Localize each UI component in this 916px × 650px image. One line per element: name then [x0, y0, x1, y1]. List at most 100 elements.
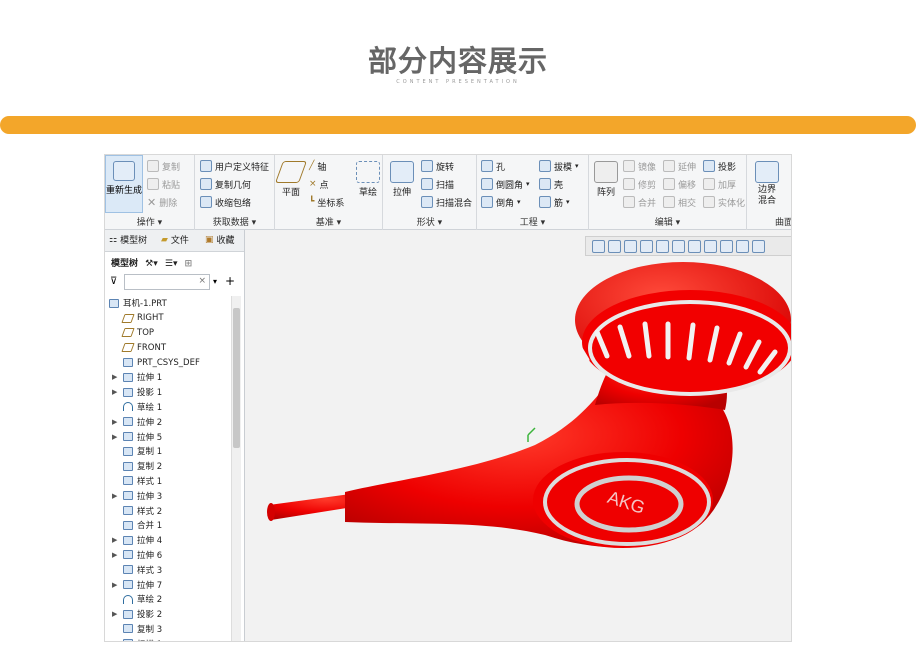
shrinkwrap-icon	[200, 196, 212, 208]
trim-button[interactable]: 修剪	[623, 176, 656, 192]
expand-arrow-icon[interactable]: ▶	[112, 433, 117, 441]
expand-arrow-icon[interactable]: ▶	[112, 492, 117, 500]
axis-button[interactable]: ╱ 轴	[309, 158, 326, 174]
group-label-shapes[interactable]: 形状 ▾	[383, 215, 476, 228]
expand-arrow-icon[interactable]: ▶	[112, 536, 117, 544]
extend-button[interactable]: 延伸	[663, 158, 696, 174]
draft-dropdown-icon[interactable]: ▾	[575, 162, 579, 170]
filter-icon[interactable]: ⊽	[110, 276, 117, 287]
tree-node[interactable]: 复制 2	[105, 459, 231, 474]
clear-icon[interactable]: ×	[198, 276, 206, 286]
expand-arrow-icon[interactable]: ▶	[112, 418, 117, 426]
tree-node[interactable]: ▶ 拉伸 6	[105, 548, 231, 563]
boundary-blend-button[interactable]: 边界混合	[749, 161, 785, 207]
chamfer-button[interactable]: 倒角 ▾	[481, 194, 521, 210]
group-label-operations[interactable]: 操作 ▾	[105, 215, 194, 228]
round-dropdown-icon[interactable]: ▾	[526, 180, 530, 188]
tree-scrollbar-thumb[interactable]	[233, 308, 240, 448]
tree-scrollbar[interactable]	[231, 296, 241, 641]
chamfer-label: 倒角	[496, 198, 515, 209]
tree-node[interactable]: ▶ 扫描 1	[105, 636, 231, 641]
group-label-editing[interactable]: 编辑 ▾	[589, 215, 746, 228]
filter-dropdown-icon[interactable]: ▾	[213, 277, 217, 286]
tree-node[interactable]: 样式 2	[105, 503, 231, 518]
group-label-surfaces[interactable]: 曲面 ▾	[747, 215, 791, 228]
expand-arrow-icon[interactable]: ▶	[112, 640, 117, 641]
expand-arrow-icon[interactable]: ▶	[112, 388, 117, 396]
offset-button[interactable]: 偏移	[663, 176, 696, 192]
project-button[interactable]: 投影	[703, 158, 736, 174]
pattern-button[interactable]: 阵列	[593, 161, 619, 198]
graphics-viewport[interactable]: AKG	[245, 230, 791, 641]
plane-icon	[121, 313, 135, 323]
tree-settings-icon[interactable]: ⚒▾	[145, 259, 158, 269]
sketch-button[interactable]: 草绘	[355, 161, 381, 198]
thicken-button[interactable]: 加厚	[703, 176, 736, 192]
swept-blend-button[interactable]: 扫描混合	[421, 194, 472, 210]
hole-button[interactable]: 孔	[481, 158, 505, 174]
tree-node[interactable]: 复制 1	[105, 444, 231, 459]
copy-geometry-button[interactable]: 复制几何	[200, 176, 251, 192]
shell-button[interactable]: 壳	[539, 176, 563, 192]
tab-model-tree[interactable]: ⚏ 模型树	[109, 233, 147, 247]
revolve-button[interactable]: 旋转	[421, 158, 454, 174]
solidify-button[interactable]: 实体化	[703, 194, 745, 210]
tree-node[interactable]: TOP	[105, 326, 231, 341]
paste-button[interactable]: 粘贴	[147, 176, 180, 192]
tree-node[interactable]: ▶ 拉伸 2	[105, 414, 231, 429]
tree-node[interactable]: ▶ 拉伸 7	[105, 577, 231, 592]
tree-node[interactable]: ▶ 拉伸 1	[105, 370, 231, 385]
copy-button[interactable]: 复制	[147, 158, 180, 174]
rib-dropdown-icon[interactable]: ▾	[566, 198, 570, 206]
csys-button[interactable]: ┗ 坐标系	[309, 194, 344, 210]
tab-files[interactable]: ▰ 文件	[161, 233, 197, 247]
tree-node[interactable]: ▶ 拉伸 4	[105, 533, 231, 548]
tree-node[interactable]: 复制 3	[105, 622, 231, 637]
tree-node[interactable]: ▶ 投影 1	[105, 385, 231, 400]
group-label-engineering[interactable]: 工程 ▾	[477, 215, 588, 228]
tree-search-input[interactable]: ×	[124, 274, 210, 290]
round-button[interactable]: 倒圆角 ▾	[481, 176, 530, 192]
tree-node[interactable]: 草绘 1	[105, 400, 231, 415]
tree-node[interactable]: ▶ 拉伸 3	[105, 488, 231, 503]
tree-node[interactable]: 样式 1	[105, 474, 231, 489]
udf-button[interactable]: 用户定义特征	[200, 158, 269, 174]
merge-button[interactable]: 合并	[623, 194, 656, 210]
tree-filter-icon[interactable]: ⊞	[185, 259, 193, 269]
regenerate-button[interactable]: 重新生成	[105, 155, 143, 213]
draft-button[interactable]: 拔模 ▾	[539, 158, 579, 174]
tree-node[interactable]: 样式 3	[105, 562, 231, 577]
csys-icon	[123, 358, 133, 368]
extrude-button[interactable]: 拉伸	[387, 161, 417, 198]
plane-button[interactable]: 平面	[274, 161, 308, 198]
tree-columns-icon[interactable]: ☰▾	[165, 259, 178, 269]
expand-arrow-icon[interactable]: ▶	[112, 581, 117, 589]
tree-node[interactable]: RIGHT	[105, 311, 231, 326]
tree-node[interactable]: ▶ 投影 2	[105, 607, 231, 622]
group-surfaces: 边界混合 曲面 ▾	[747, 155, 791, 230]
tree-node[interactable]: PRT_CSYS_DEF	[105, 355, 231, 370]
mirror-button[interactable]: 镜像	[623, 158, 656, 174]
sweep-button[interactable]: 扫描	[421, 176, 454, 192]
revolve-icon	[421, 160, 433, 172]
tree-node[interactable]: 合并 1	[105, 518, 231, 533]
expand-arrow-icon[interactable]: ▶	[112, 551, 117, 559]
tree-node[interactable]: FRONT	[105, 340, 231, 355]
chamfer-dropdown-icon[interactable]: ▾	[517, 198, 521, 206]
rib-button[interactable]: 筋 ▾	[539, 194, 570, 210]
intersect-button[interactable]: 相交	[663, 194, 696, 210]
point-label: 点	[319, 180, 329, 191]
tree-node[interactable]: ▶ 拉伸 5	[105, 429, 231, 444]
group-label-datum[interactable]: 基准 ▾	[275, 215, 382, 228]
add-icon[interactable]: +	[225, 274, 235, 288]
point-button[interactable]: × 点	[309, 176, 329, 192]
shrinkwrap-button[interactable]: 收缩包络	[200, 194, 251, 210]
expand-arrow-icon[interactable]: ▶	[112, 373, 117, 381]
tree-node[interactable]: 耳机-1.PRT	[105, 296, 231, 311]
sketch-icon	[356, 161, 380, 183]
group-label-get-data[interactable]: 获取数据 ▾	[195, 215, 274, 228]
delete-button[interactable]: ✕ 删除	[147, 194, 177, 210]
tab-favorites[interactable]: ▣ 收藏	[205, 233, 241, 247]
tree-node[interactable]: 草绘 2	[105, 592, 231, 607]
expand-arrow-icon[interactable]: ▶	[112, 610, 117, 618]
